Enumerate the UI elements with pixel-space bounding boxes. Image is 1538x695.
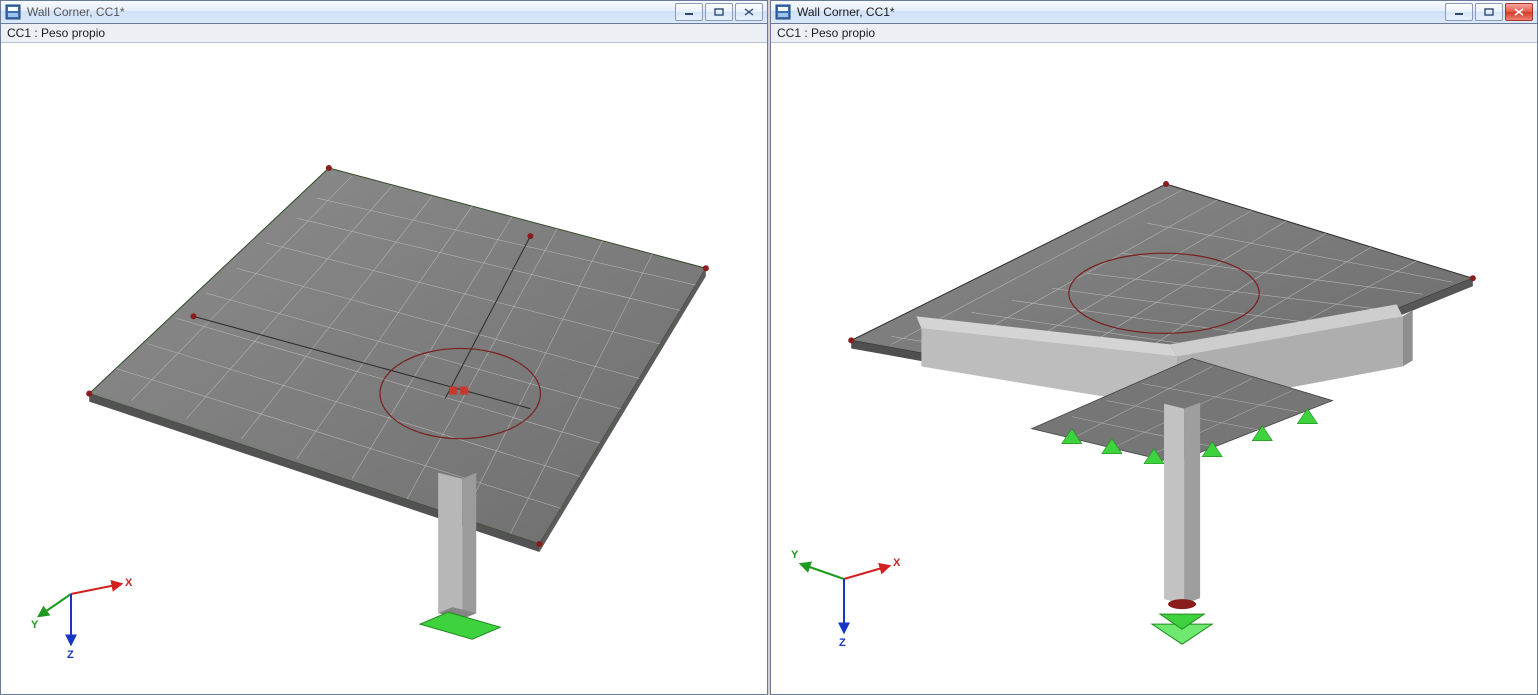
subheader-text: CC1 : Peso propio xyxy=(7,26,105,40)
window-title: Wall Corner, CC1* xyxy=(797,5,1445,19)
maximize-button[interactable] xyxy=(1475,3,1503,21)
viewport-right[interactable]: X Y Z xyxy=(771,43,1537,694)
column-support xyxy=(1152,614,1212,644)
minimize-button[interactable] xyxy=(1445,3,1473,21)
model-view-right xyxy=(771,43,1537,694)
window-left: Wall Corner, CC1* CC1 : Peso propio xyxy=(0,0,768,695)
maximize-button[interactable] xyxy=(705,3,733,21)
load-case-label: CC1 : Peso propio xyxy=(771,24,1537,43)
titlebar-right[interactable]: Wall Corner, CC1* xyxy=(771,1,1537,24)
viewport-left[interactable]: X Y Z xyxy=(1,43,767,694)
window-right: Wall Corner, CC1* CC1 : Peso propio xyxy=(770,0,1538,695)
column xyxy=(438,473,476,619)
workspace: Wall Corner, CC1* CC1 : Peso propio xyxy=(0,0,1538,695)
window-title: Wall Corner, CC1* xyxy=(27,5,675,19)
app-icon xyxy=(775,4,791,20)
column-base-node xyxy=(1168,599,1196,609)
column xyxy=(1164,403,1200,605)
app-icon xyxy=(5,4,21,20)
subheader-text: CC1 : Peso propio xyxy=(777,26,875,40)
close-button[interactable] xyxy=(1505,3,1533,21)
load-case-label: CC1 : Peso propio xyxy=(1,24,767,43)
titlebar-left[interactable]: Wall Corner, CC1* xyxy=(1,1,767,24)
minimize-button[interactable] xyxy=(675,3,703,21)
close-button[interactable] xyxy=(735,3,763,21)
window-buttons-right xyxy=(1445,3,1533,21)
window-buttons-left xyxy=(675,3,763,21)
slab-surface xyxy=(89,168,706,544)
support-pad xyxy=(420,612,500,639)
model-view-left xyxy=(1,43,767,694)
